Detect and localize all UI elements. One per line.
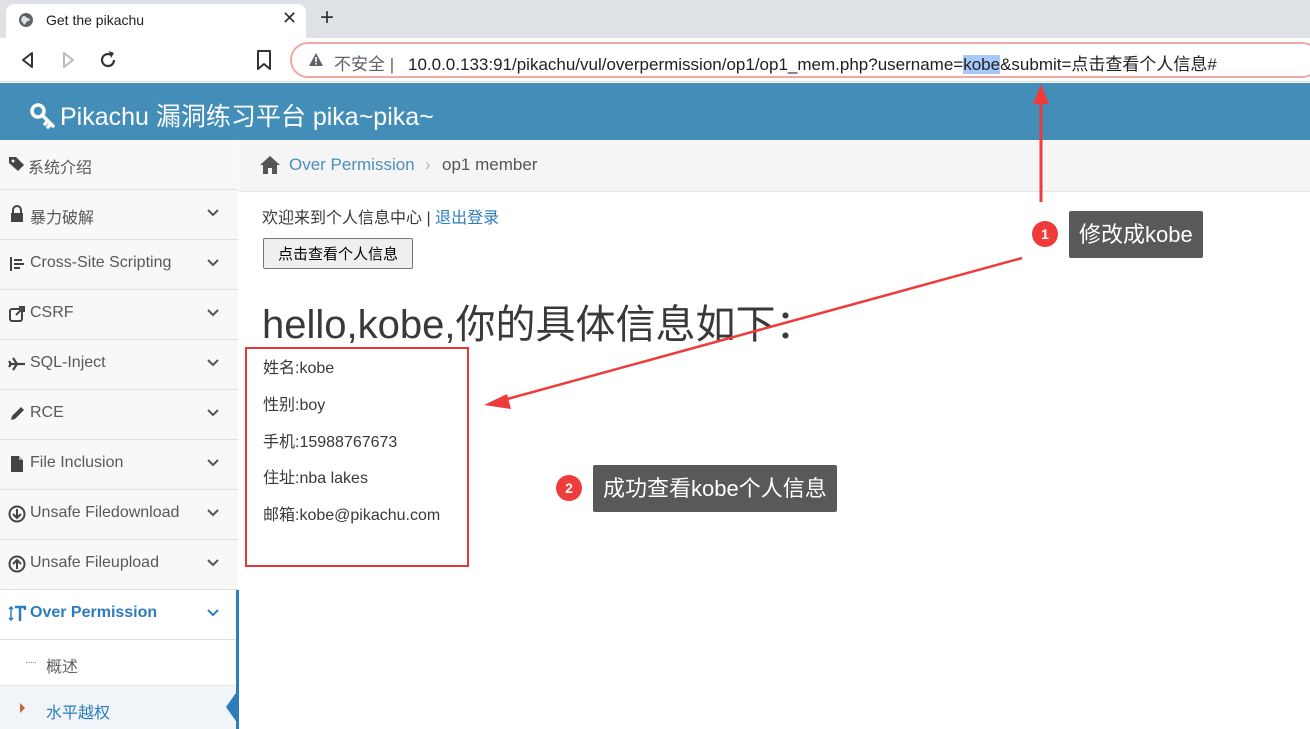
view-info-button[interactable]: 点击查看个人信息 (263, 238, 413, 269)
chevron-down-icon (207, 359, 219, 367)
sidebar-item-label: Over Permission (30, 604, 158, 621)
lock-icon (11, 205, 23, 222)
chevron-down-icon (207, 309, 219, 317)
insecure-label: 不安全 | (334, 55, 395, 74)
site-header: Pikachu 漏洞练习平台 pika~pika~ (0, 83, 1310, 140)
upload-icon (8, 555, 26, 573)
reload-icon[interactable] (96, 48, 120, 72)
sidebar-item-filedownload[interactable]: Unsafe Filedownload (0, 490, 238, 540)
browser-toolbar: 不安全 | 10.0.0.133:91/pikachu/vul/overperm… (0, 38, 1310, 82)
share-icon (9, 306, 25, 322)
sidebar-item-label: 系统介绍 (28, 160, 93, 177)
breadcrumb-link[interactable]: Over Permission (289, 155, 415, 175)
sidebar-item-label: Unsafe Fileupload (30, 554, 159, 571)
text-height-icon (8, 605, 26, 622)
sidebar-subitem-overview[interactable]: 概述 (0, 640, 238, 686)
browser-tab[interactable]: Get the pikachu ✕ (6, 4, 306, 38)
sidebar-item-xss[interactable]: Cross-Site Scripting (0, 240, 238, 290)
tab-title: Get the pikachu (46, 12, 145, 28)
site-brand[interactable]: Pikachu 漏洞练习平台 pika~pika~ (30, 97, 434, 133)
sidebar-item-fileupload[interactable]: Unsafe Fileupload (0, 540, 238, 590)
breadcrumb: Over Permission › op1 member (239, 140, 1310, 192)
sidebar-item-csrf[interactable]: CSRF (0, 290, 238, 340)
bookmark-icon[interactable] (254, 49, 274, 71)
key-icon (30, 103, 55, 129)
annotation-badge-1: 1 (1032, 221, 1058, 247)
sidebar-item-label: SQL-Inject (30, 354, 106, 371)
sidebar-item-label: 暴力破解 (30, 210, 95, 227)
sidebar-item-intro[interactable]: 系统介绍 (0, 140, 238, 190)
annotation-badge-2: 2 (556, 475, 582, 501)
sidebar-item-label: CSRF (30, 304, 74, 321)
sidebar-item-label: Unsafe Filedownload (30, 504, 180, 521)
welcome-text: 欢迎来到个人信息中心 (262, 210, 423, 227)
welcome-separator: | (422, 210, 436, 227)
tag-icon (9, 157, 24, 171)
sidebar-subitem-horizontal[interactable]: 水平越权 (0, 686, 238, 729)
chevron-down-icon (207, 459, 219, 467)
chevron-down-icon (207, 259, 219, 267)
file-icon (11, 456, 23, 472)
warning-icon (309, 53, 323, 66)
url-text[interactable]: 10.0.0.133:91/pikachu/vul/overpermission… (408, 50, 1217, 75)
sidebar-item-over-permission[interactable]: Over Permission (0, 590, 238, 640)
sidebar-subitem-label: 概述 (46, 659, 79, 676)
annotation-callout-2: 成功查看kobe个人信息 (593, 465, 837, 512)
sidebar-item-sqli[interactable]: SQL-Inject (0, 340, 238, 390)
brand-text: Pikachu 漏洞练习平台 pika~pika~ (60, 103, 434, 131)
tree-dash (26, 662, 36, 663)
browser-tabstrip: Get the pikachu ✕ + (0, 0, 1310, 38)
welcome-line: 欢迎来到个人信息中心 | 退出登录 (262, 204, 499, 228)
breadcrumb-separator: › (425, 155, 431, 174)
sidebar-item-file-inclusion[interactable]: File Inclusion (0, 440, 238, 490)
url-highlighted-username: kobe (963, 55, 1001, 74)
sidebar-subitem-label: 水平越权 (46, 705, 111, 722)
active-pointer (226, 690, 238, 724)
pencil-icon (11, 407, 24, 420)
sidebar: 系统介绍 暴力破解 Cross-Site Scripting CSRF SQL-… (0, 140, 238, 729)
sidebar-item-bruteforce[interactable]: 暴力破解 (0, 190, 238, 240)
annotation-callout-1: 修改成kobe (1069, 211, 1203, 258)
chevron-down-icon (207, 209, 219, 217)
sidebar-item-label: RCE (30, 404, 64, 421)
logout-link[interactable]: 退出登录 (435, 210, 499, 227)
sidebar-item-rce[interactable]: RCE (0, 390, 238, 440)
plane-icon (8, 357, 25, 371)
home-icon (260, 156, 280, 174)
caret-right-icon (20, 703, 25, 713)
hello-heading: hello,kobe,你的具体信息如下： (262, 303, 816, 347)
chevron-down-icon (207, 409, 219, 417)
address-bar[interactable]: 不安全 | 10.0.0.133:91/pikachu/vul/overperm… (290, 42, 1310, 78)
new-tab-button[interactable]: + (320, 4, 334, 32)
sidebar-item-label: Cross-Site Scripting (30, 254, 172, 271)
forward-icon[interactable] (56, 48, 80, 72)
chevron-down-icon (207, 509, 219, 517)
chevron-down-icon (207, 609, 219, 617)
list-icon (10, 257, 24, 271)
globe-icon (19, 13, 33, 27)
chevron-down-icon (207, 559, 219, 567)
breadcrumb-current: op1 member (442, 155, 538, 174)
sidebar-item-label: File Inclusion (30, 454, 124, 471)
highlight-box (245, 347, 469, 567)
download-icon (8, 505, 26, 523)
close-tab-icon[interactable]: ✕ (282, 8, 297, 29)
back-icon[interactable] (16, 48, 40, 72)
